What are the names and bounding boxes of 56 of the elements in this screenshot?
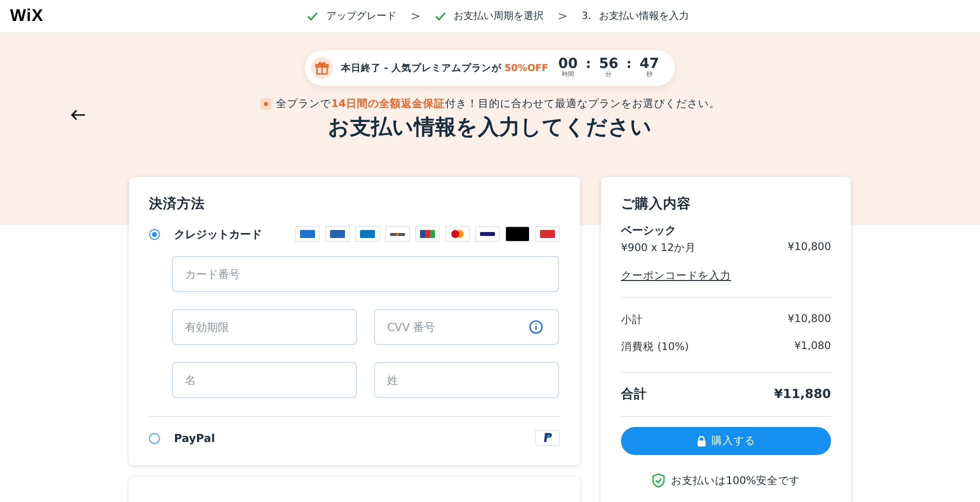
payment-method-label[interactable]: PayPal [174,432,215,444]
card-brand-icon [295,226,320,242]
bullet-icon [260,98,272,110]
shield-check-icon [652,473,665,488]
line-value: ¥1,080 [794,340,831,354]
section-title: ご購入内容 [621,195,692,213]
line-label: 小計 [621,313,643,327]
check-icon [434,12,446,20]
plan-name: ベーシック [621,223,677,238]
discount-text: 50%OFF [504,62,548,74]
input-field[interactable]: 姓 [374,362,559,398]
line-label: 消費税 (10%) [621,340,689,354]
info-icon[interactable] [529,320,543,334]
coupon-link[interactable]: クーポンコードを入力 [621,269,731,283]
gift-icon [310,57,333,79]
card-brand-icon [505,226,530,242]
step-label: お支払い周期を選択 [454,10,544,23]
total-value: ¥11,880 [774,386,831,403]
countdown-value: 47 [640,57,660,71]
radio-button[interactable] [149,432,160,444]
input-field[interactable]: カード番号 [172,256,559,292]
plan-price: ¥900 x 12か月 [621,241,696,255]
card-brand-icon [385,226,410,242]
back-arrow-icon[interactable] [70,109,86,121]
countdown-separator: : [626,56,632,74]
logo[interactable]: WiX [10,6,44,26]
promo-text: 本日終了 - 人気プレミアムプランが [340,62,502,74]
step-separator: > [410,9,421,23]
line-value: ¥10,800 [788,313,831,327]
total-label: 合計 [621,386,647,403]
card-brand-icon [325,226,350,242]
payment-method-label[interactable]: クレジットカード [174,226,262,242]
countdown-value: 00 [558,57,578,71]
page-title: お支払い情報を入力してください [328,114,652,141]
input-field[interactable]: 名 [172,362,357,398]
card-brand-icon [475,226,500,242]
card-brand-icon [415,226,440,242]
radio-button[interactable] [149,228,160,240]
step-number: 3. [582,10,592,22]
section-title: 決済方法 [149,195,206,213]
input-field[interactable]: CVV 番号 [374,309,559,345]
countdown-value: 56 [598,57,618,71]
plan-total: ¥10,800 [788,241,831,255]
lock-icon [696,436,706,446]
step-label: アップグレード [326,10,396,23]
step-label: お支払い情報を入力 [599,10,690,23]
input-field[interactable]: 有効期限 [172,309,357,345]
step-separator: > [558,9,568,23]
card-brand-icon [535,226,560,242]
paypal-icon [535,430,560,446]
guarantee-text: 全プランで14日間の全額返金保証付き！目的に合わせて最適なプランをお選びください。 [276,97,720,111]
check-icon [307,12,318,20]
secure-note: お支払いは100%安全です [670,474,800,488]
card-brand-icon [445,226,470,242]
countdown-separator: : [586,56,591,74]
card-brand-icon [355,226,380,242]
